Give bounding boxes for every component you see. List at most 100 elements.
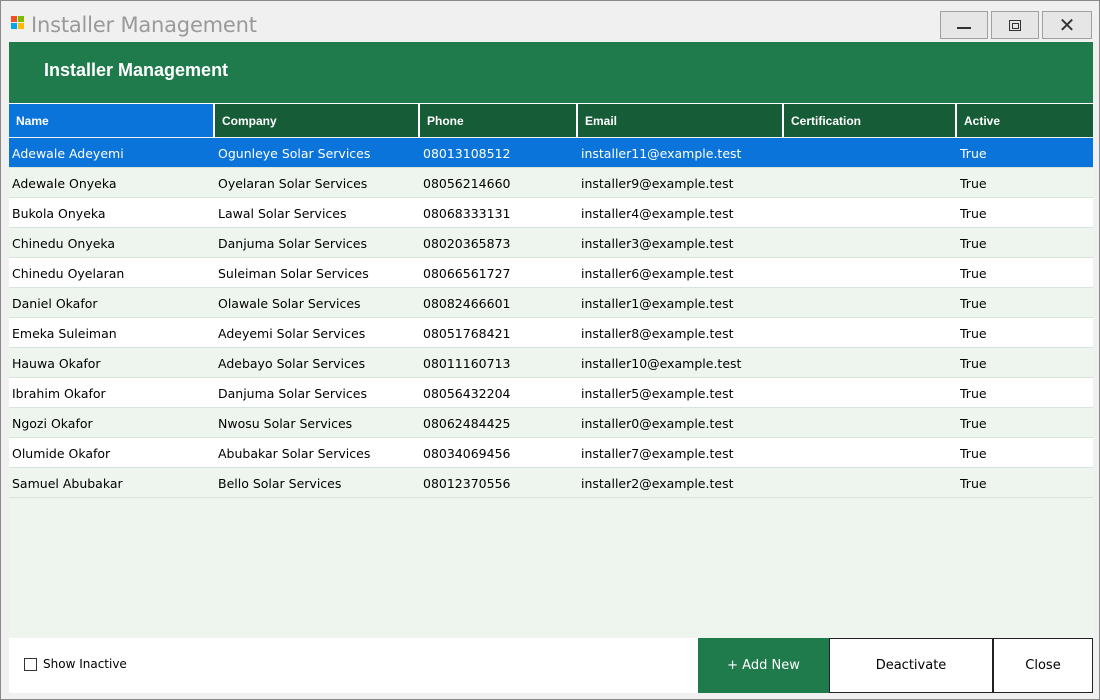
table-row[interactable]: Samuel Abubakar Bello Solar Services 08012… [9,468,1093,498]
cell-company: Danjuma Solar Services [218,236,367,251]
page-header: Installer Management [9,42,1093,103]
cell-name: Olumide Okafor [12,446,111,461]
cell-active: True [960,146,987,161]
deactivate-button[interactable]: Deactivate [829,638,993,693]
cell-email: installer3@example.test [581,236,734,251]
cell-phone: 08020365873 [423,236,511,251]
table-row[interactable]: Emeka Suleiman Adeyemi Solar Services 0805… [9,318,1093,348]
grid-header: Name Company Phone Email Certification A… [9,103,1093,137]
checkbox-box[interactable] [24,657,37,671]
cell-name: Ibrahim Okafor [12,386,106,401]
column-header-name[interactable]: Name [9,103,215,137]
cell-certification [784,198,957,227]
cell-email: installer10@example.test [581,356,742,371]
installer-management-window: Installer Management ✕ Installer Managem… [0,0,1100,700]
table-row[interactable]: Hauwa Okafor Adebayo Solar Services 080111… [9,348,1093,378]
cell-email: installer8@example.test [581,326,734,341]
cell-phone: 08062484425 [423,416,511,431]
minimize-button[interactable] [940,11,988,39]
cell-name: Bukola Onyeka [12,206,106,221]
table-row[interactable]: Ngozi Okafor Nwosu Solar Services 08062484… [9,408,1093,438]
cell-active: True [960,416,987,431]
cell-active: True [960,206,987,221]
cell-certification [784,318,957,347]
cell-certification [784,288,957,317]
cell-active: True [960,176,987,191]
window-title: Installer Management [31,13,257,37]
page-title: Installer Management [44,60,229,80]
column-header-phone[interactable]: Phone [420,103,578,137]
footer-bar: Show Inactive + Add New Deactivate Close [9,638,1093,693]
cell-active: True [960,386,987,401]
cell-email: installer5@example.test [581,386,734,401]
cell-active: True [960,236,987,251]
table-row[interactable]: Olumide Okafor Abubakar Solar Services 080… [9,438,1093,468]
cell-email: installer7@example.test [581,446,734,461]
cell-company: Nwosu Solar Services [218,416,353,431]
cell-name: Chinedu Onyeka [12,236,116,251]
cell-name: Daniel Okafor [12,296,98,311]
cell-name: Hauwa Okafor [12,356,101,371]
cell-certification [784,468,957,497]
table-row[interactable]: Adewale Onyeka Oyelaran Solar Services 080… [9,168,1093,198]
column-header-email[interactable]: Email [578,103,784,137]
title-bar[interactable]: Installer Management ✕ [1,1,1099,41]
cell-phone: 08056214660 [423,176,511,191]
cell-email: installer2@example.test [581,476,734,491]
window-close-button[interactable]: ✕ [1042,11,1092,39]
cell-certification [784,348,957,377]
cell-name: Emeka Suleiman [12,326,117,341]
show-inactive-label: Show Inactive [43,657,127,671]
cell-certification [784,228,957,257]
cell-company: Suleiman Solar Services [218,266,369,281]
show-inactive-checkbox[interactable]: Show Inactive [24,657,127,671]
cell-company: Ogunleye Solar Services [218,146,371,161]
cell-name: Chinedu Oyelaran [12,266,125,281]
cell-certification [784,138,957,167]
cell-company: Adeyemi Solar Services [218,326,366,341]
column-header-active[interactable]: Active [957,103,1093,137]
cell-certification [784,168,957,197]
close-button[interactable]: Close [993,638,1093,693]
cell-email: installer6@example.test [581,266,734,281]
table-row[interactable]: Chinedu Onyeka Danjuma Solar Services 0802… [9,228,1093,258]
cell-company: Bello Solar Services [218,476,342,491]
cell-phone: 08012370556 [423,476,511,491]
cell-phone: 08051768421 [423,326,511,341]
cell-active: True [960,326,987,341]
cell-company: Oyelaran Solar Services [218,176,368,191]
installers-grid[interactable]: Name Company Phone Email Certification A… [9,103,1093,638]
cell-phone: 08013108512 [423,146,511,161]
add-new-button[interactable]: + Add New [698,638,829,693]
cell-active: True [960,266,987,281]
maximize-button[interactable] [991,11,1039,39]
cell-phone: 08011160713 [423,356,511,371]
table-row[interactable]: Adewale Adeyemi Ogunleye Solar Services 08… [9,138,1093,168]
cell-company: Danjuma Solar Services [218,386,367,401]
table-row[interactable]: Daniel Okafor Olawale Solar Services 08082… [9,288,1093,318]
maximize-icon [1009,19,1021,31]
table-row[interactable]: Ibrahim Okafor Danjuma Solar Services 0805… [9,378,1093,408]
cell-name: Ngozi Okafor [12,416,93,431]
cell-company: Abubakar Solar Services [218,446,371,461]
cell-email: installer9@example.test [581,176,734,191]
cell-certification [784,258,957,287]
cell-email: installer4@example.test [581,206,734,221]
minimize-icon [957,27,971,29]
column-header-company[interactable]: Company [215,103,420,137]
cell-name: Adewale Onyeka [12,176,117,191]
cell-phone: 08056432204 [423,386,511,401]
cell-certification [784,378,957,407]
cell-phone: 08066561727 [423,266,511,281]
table-row[interactable]: Chinedu Oyelaran Suleiman Solar Services 0… [9,258,1093,288]
cell-certification [784,438,957,467]
cell-active: True [960,296,987,311]
table-row[interactable]: Bukola Onyeka Lawal Solar Services 0806833… [9,198,1093,228]
cell-email: installer11@example.test [581,146,742,161]
close-icon: ✕ [1058,13,1076,37]
column-header-certification[interactable]: Certification [784,103,957,137]
cell-name: Samuel Abubakar [12,476,123,491]
app-icon [11,16,25,30]
cell-phone: 08034069456 [423,446,511,461]
cell-company: Olawale Solar Services [218,296,361,311]
